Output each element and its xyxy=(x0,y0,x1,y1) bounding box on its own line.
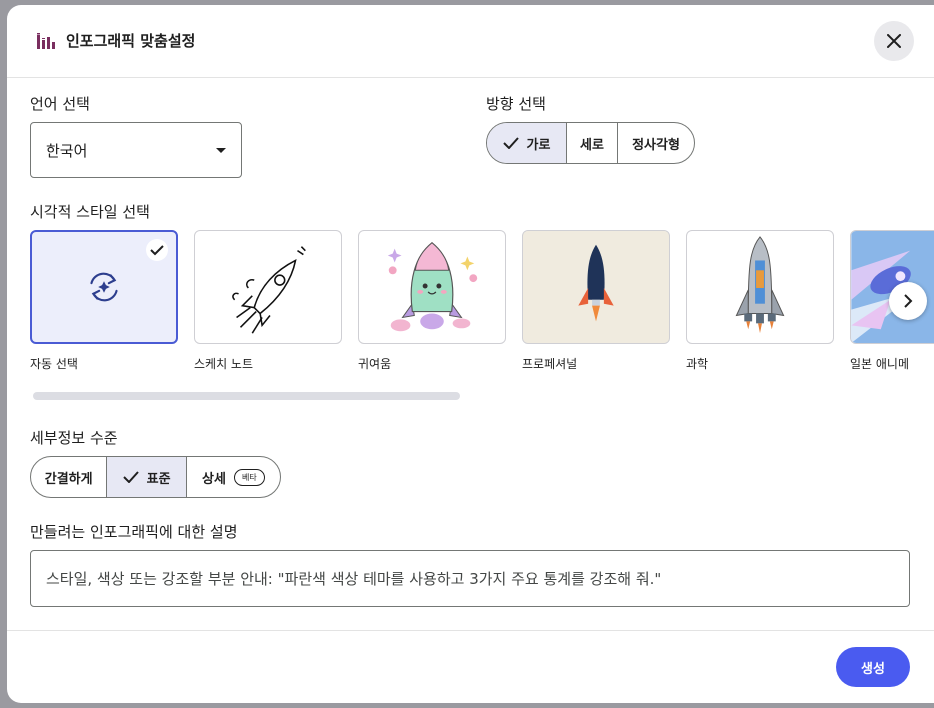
carousel-next-button[interactable] xyxy=(889,282,927,320)
detail-level-segmented-control: 간결하게 표준 상세 베타 xyxy=(30,456,281,498)
infographic-customize-dialog: 인포그래픽 맞춤설정 언어 선택 한국어 방향 선택 가로 세로 정사각형 시각… xyxy=(7,5,934,703)
detail-option-concise[interactable]: 간결하게 xyxy=(31,457,108,497)
visual-style-label: 시각적 스타일 선택 xyxy=(30,203,150,221)
science-rocket-image xyxy=(735,236,785,334)
style-thumbnail xyxy=(522,230,670,344)
style-option-label: 자동 선택 xyxy=(30,357,78,371)
detail-option-label: 간결하게 xyxy=(44,471,93,487)
check-icon xyxy=(502,137,519,149)
orientation-option-portrait[interactable]: 세로 xyxy=(567,123,618,163)
style-option-science[interactable]: 과학 xyxy=(686,230,834,372)
orientation-label: 방향 선택 xyxy=(486,95,546,113)
close-button[interactable] xyxy=(874,21,914,61)
detail-option-label: 상세 xyxy=(202,471,226,487)
style-thumbnail xyxy=(686,230,834,344)
style-option-cute[interactable]: 귀여움 xyxy=(358,230,506,372)
style-carousel: 자동 선택 스케치 노트 귀여움 프로페셔널 과학 일본 애니메 xyxy=(30,230,934,375)
dialog-header: 인포그래픽 맞춤설정 xyxy=(7,5,934,78)
orientation-option-label: 세로 xyxy=(580,137,604,153)
language-label: 언어 선택 xyxy=(30,95,90,113)
close-icon xyxy=(887,34,901,48)
dialog-footer xyxy=(7,630,934,703)
style-thumbnail xyxy=(30,230,178,344)
detail-level-label: 세부정보 수준 xyxy=(30,429,118,447)
detail-option-standard[interactable]: 표준 xyxy=(107,457,187,497)
description-placeholder: 스타일, 색상 또는 강조할 부분 안내: "파란색 색상 테마를 사용하고 3… xyxy=(46,570,662,588)
carousel-scrollbar[interactable] xyxy=(33,392,460,400)
style-option-label: 프로페셔널 xyxy=(522,357,578,371)
cute-rocket-image xyxy=(387,242,478,332)
dialog-title: 인포그래픽 맞춤설정 xyxy=(66,32,196,50)
chevron-right-icon xyxy=(904,294,913,308)
caret-down-icon xyxy=(216,148,226,153)
orientation-option-landscape[interactable]: 가로 xyxy=(487,123,567,163)
sketch-rocket-image xyxy=(232,246,306,334)
beta-badge: 베타 xyxy=(233,468,265,486)
style-option-label: 과학 xyxy=(686,357,709,371)
style-option-label: 스케치 노트 xyxy=(194,357,254,371)
orientation-segmented-control: 가로 세로 정사각형 xyxy=(486,122,695,164)
orientation-option-square[interactable]: 정사각형 xyxy=(618,123,694,163)
detail-option-label: 표준 xyxy=(146,471,171,487)
generate-button[interactable]: 생성 xyxy=(836,647,910,687)
description-label: 만들려는 인포그래픽에 대한 설명 xyxy=(30,523,238,541)
style-option-auto[interactable]: 자동 선택 xyxy=(30,230,178,372)
style-thumbnail xyxy=(194,230,342,344)
selected-check-badge xyxy=(146,239,168,261)
style-option-sketch-note[interactable]: 스케치 노트 xyxy=(194,230,342,372)
professional-rocket-image xyxy=(523,231,669,343)
style-option-label: 귀여움 xyxy=(358,357,392,371)
style-thumbnail xyxy=(358,230,506,344)
check-icon xyxy=(122,471,139,483)
style-option-label: 일본 애니메 xyxy=(850,357,910,371)
orientation-option-label: 정사각형 xyxy=(632,137,680,153)
orientation-option-label: 가로 xyxy=(526,137,551,153)
language-selected-value: 한국어 xyxy=(46,141,88,160)
bar-chart-icon xyxy=(37,33,55,49)
check-icon xyxy=(150,244,164,255)
detail-option-detailed[interactable]: 상세 베타 xyxy=(187,457,280,497)
language-select[interactable]: 한국어 xyxy=(30,122,242,178)
style-option-professional[interactable]: 프로페셔널 xyxy=(522,230,670,372)
description-input[interactable]: 스타일, 색상 또는 강조할 부분 안내: "파란색 색상 테마를 사용하고 3… xyxy=(30,550,910,607)
